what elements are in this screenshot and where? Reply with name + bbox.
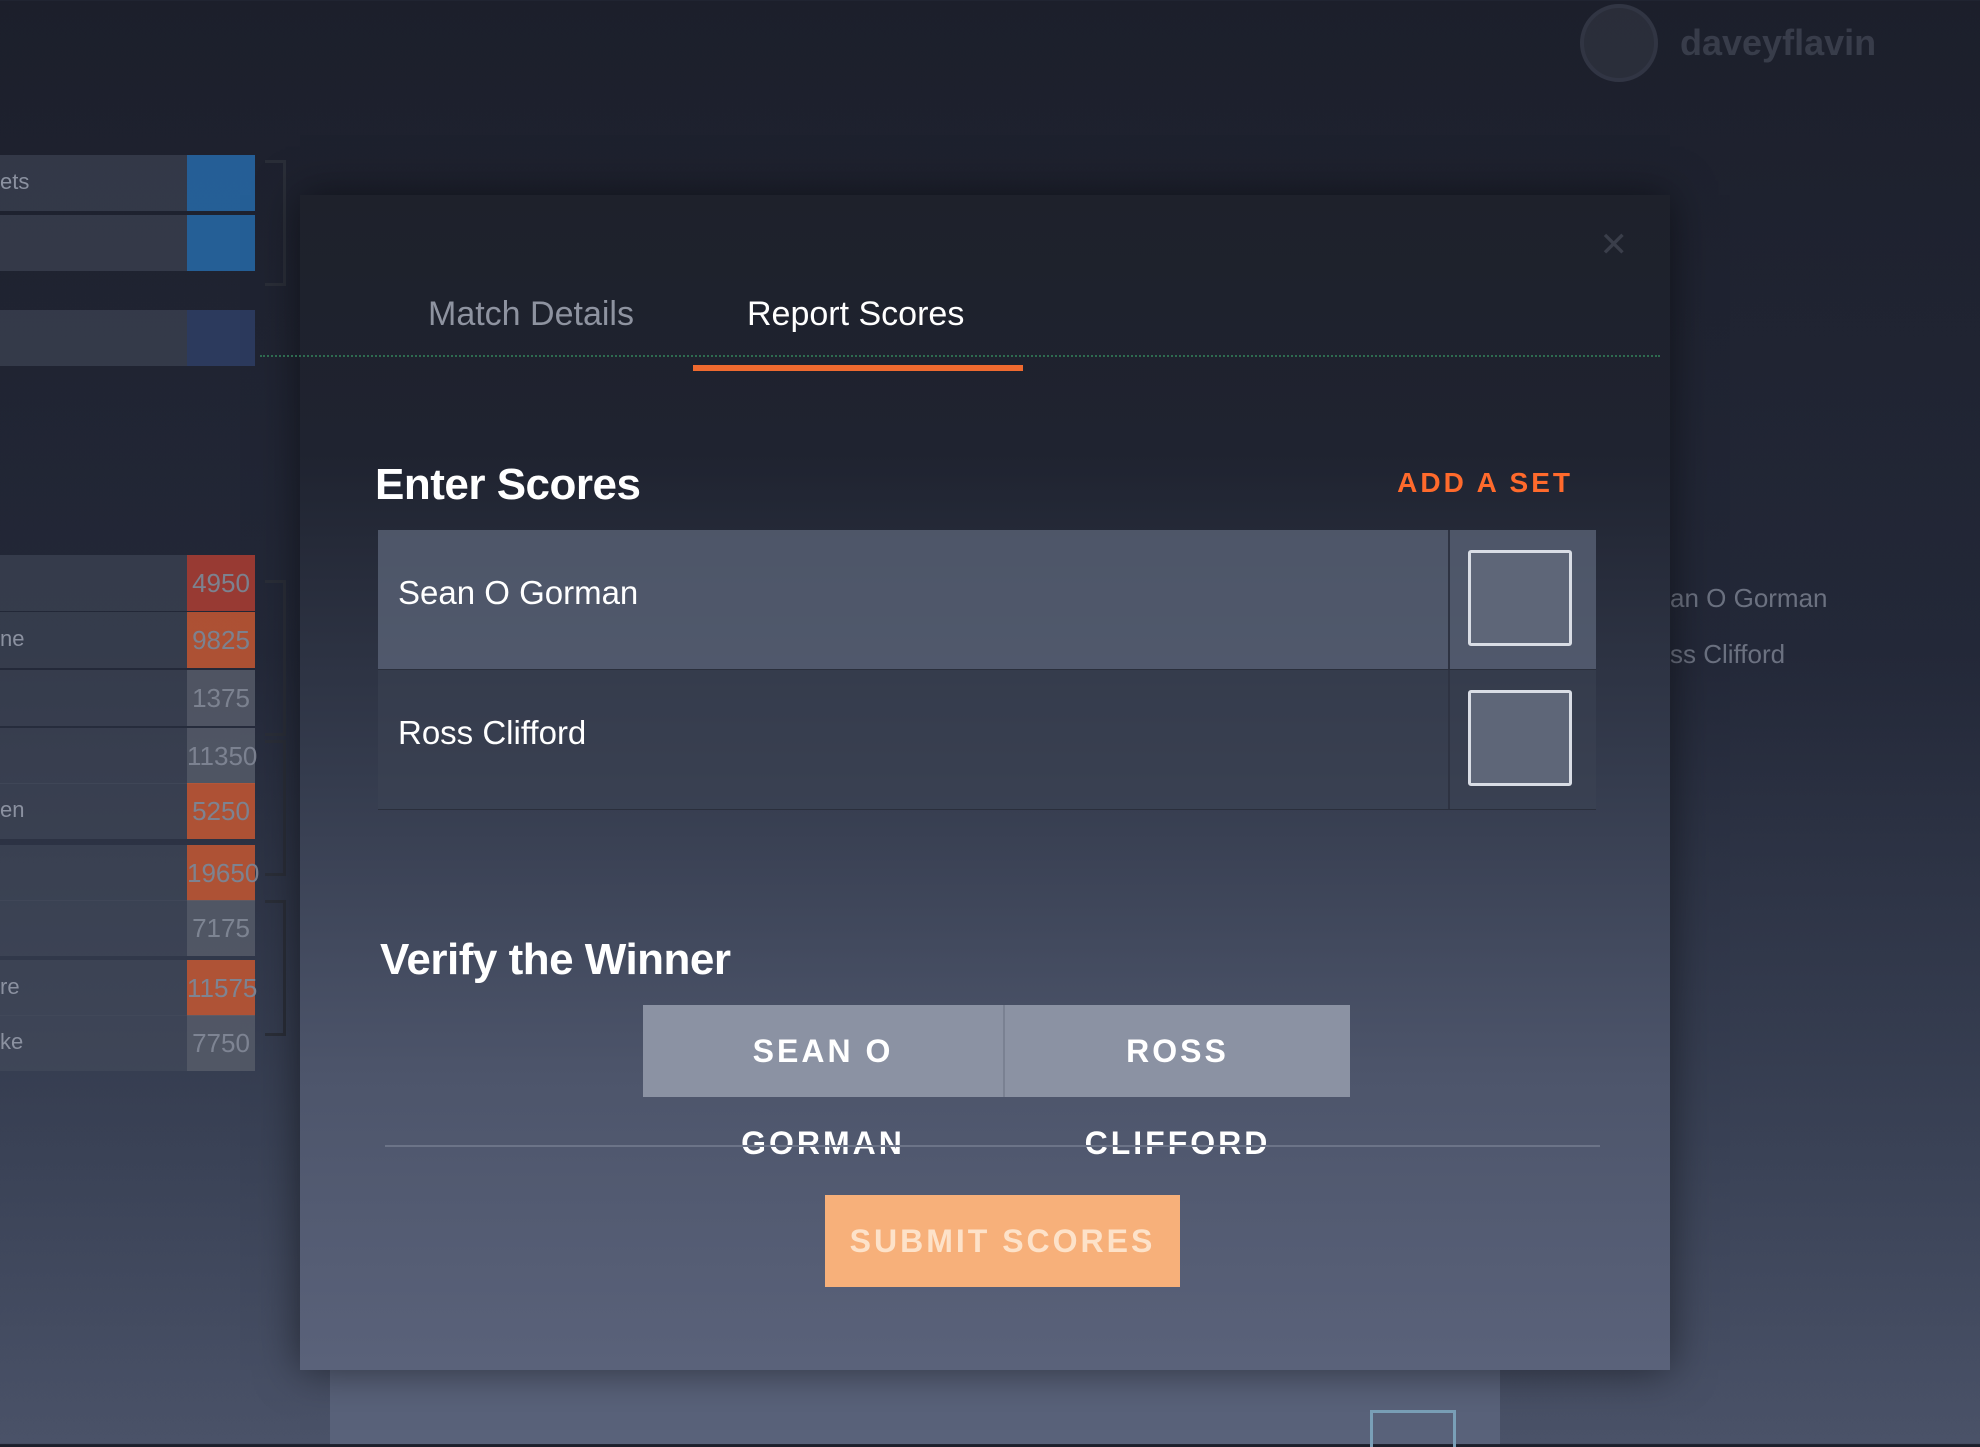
- score-row: Ross Clifford: [378, 670, 1596, 810]
- bracket-row: [0, 310, 255, 366]
- score-cell: [1448, 670, 1596, 809]
- winner-toggle-group: SEAN O GORMAN ROSS CLIFFORD: [643, 1005, 1350, 1161]
- bracket-connector: [265, 740, 286, 876]
- player-name: Sean O Gorman: [398, 574, 639, 611]
- score-row: Sean O Gorman: [378, 530, 1596, 670]
- bracket-score: 7750: [187, 1015, 255, 1071]
- bracket-score: 19650: [187, 845, 259, 901]
- bracket-team-name: re: [0, 974, 20, 999]
- close-icon[interactable]: ✕: [1600, 225, 1629, 265]
- report-scores-modal: ✕ Match Details Report Scores Enter Scor…: [260, 195, 1670, 1370]
- bracket-row: re 11575: [0, 960, 257, 1016]
- bracket-score: [187, 155, 255, 211]
- verify-winner-title: Verify the Winner: [380, 935, 731, 984]
- bracket-row: [0, 215, 255, 271]
- background-player-names: an O Gorman ss Clifford: [1670, 570, 1828, 682]
- form-divider: [385, 1145, 1600, 1147]
- tab-divider: [260, 355, 1660, 357]
- bracket-team-name: ets: [0, 169, 30, 194]
- background-player-name: an O Gorman: [1670, 583, 1828, 613]
- bracket-row: 1375: [0, 670, 255, 726]
- bracket-score: 4950: [187, 555, 255, 611]
- enter-scores-title: Enter Scores: [375, 460, 641, 509]
- bracket-score: [187, 310, 255, 366]
- username: daveyflavin: [1680, 22, 1877, 63]
- bracket-row: 19650: [0, 845, 259, 901]
- score-input-player-2[interactable]: [1468, 690, 1572, 786]
- bracket-connector: [265, 900, 286, 1036]
- bracket-row: 7175: [0, 900, 255, 956]
- score-input-player-1[interactable]: [1468, 550, 1572, 646]
- bracket-score: 5250: [187, 783, 255, 839]
- background-footer-box: [1370, 1410, 1456, 1447]
- active-tab-indicator: [693, 365, 1023, 371]
- background-player-name: ss Clifford: [1670, 639, 1786, 669]
- bracket-connector: [265, 580, 286, 736]
- add-set-button[interactable]: ADD A SET: [1397, 467, 1573, 499]
- bracket-row: ets: [0, 155, 255, 211]
- winner-option-sean[interactable]: SEAN O GORMAN: [643, 1005, 1005, 1161]
- bracket-team-name: en: [0, 797, 25, 822]
- tab-match-details[interactable]: Match Details: [428, 295, 634, 334]
- bracket-score: [187, 215, 255, 271]
- winner-option-ross[interactable]: ROSS CLIFFORD: [1005, 1005, 1350, 1161]
- bracket-score: 7175: [187, 900, 255, 956]
- bracket-row: en 5250: [0, 783, 255, 839]
- score-table: Sean O Gorman Ross Clifford: [378, 530, 1596, 810]
- bracket-score: 11575: [187, 960, 257, 1016]
- bracket-column: ets 4950 ne 9825 1375 11350 en 5250 19650 7175 re 1…: [0, 100, 286, 1180]
- bracket-row: 11350: [0, 728, 257, 784]
- score-cell: [1448, 530, 1596, 669]
- bracket-connector: [265, 160, 286, 286]
- bracket-score: 1375: [187, 670, 255, 726]
- bracket-team-name: ke: [0, 1029, 24, 1054]
- user-badge[interactable]: daveyflavin: [1580, 4, 1876, 82]
- bracket-score: 9825: [187, 612, 255, 668]
- bracket-score: 11350: [187, 728, 257, 784]
- bracket-row: ne 9825: [0, 612, 255, 668]
- background-footer: [330, 1370, 1500, 1444]
- tab-report-scores[interactable]: Report Scores: [747, 295, 964, 334]
- bracket-team-name: ne: [0, 626, 25, 651]
- avatar: [1580, 4, 1658, 82]
- bracket-row: ke 7750: [0, 1015, 255, 1071]
- bracket-row: 4950: [0, 555, 255, 611]
- player-name: Ross Clifford: [398, 714, 587, 751]
- submit-scores-button[interactable]: SUBMIT SCORES: [825, 1195, 1180, 1287]
